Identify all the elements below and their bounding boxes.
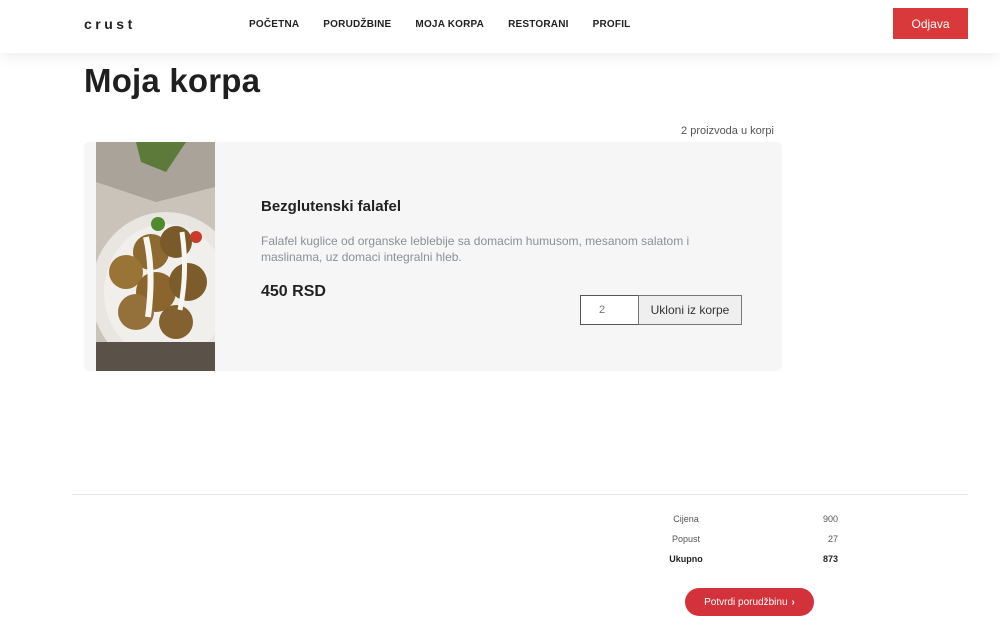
- nav-item-moja-korpa[interactable]: MOJA KORPA: [415, 19, 484, 30]
- nav-item-porudzbine[interactable]: PORUDŽBINE: [323, 19, 391, 30]
- price-label: Cijena: [673, 514, 699, 524]
- page-title: Moja korpa: [84, 62, 261, 99]
- summary-row-price: Cijena 900: [664, 514, 838, 534]
- nav-item-restorani[interactable]: RESTORANI: [508, 19, 569, 30]
- nav-item-profil[interactable]: PROFIL: [593, 19, 631, 30]
- order-summary: Cijena 900 Popust 27 Ukupno 873: [664, 514, 838, 574]
- cart-item-card: Bezglutenski falafel Falafel kuglice od …: [84, 142, 782, 371]
- discount-label: Popust: [671, 534, 701, 544]
- confirm-order-label: Potvrdi porudžbinu: [704, 596, 788, 608]
- navbar: crust POČETNA PORUDŽBINE MOJA KORPA REST…: [0, 0, 1000, 53]
- chevron-right-icon: ›: [791, 596, 795, 608]
- divider: [72, 494, 968, 495]
- logout-button[interactable]: Odjava: [893, 8, 968, 39]
- item-description: Falafel kuglice od organske leblebije sa…: [261, 234, 690, 264]
- main-nav: POČETNA PORUDŽBINE MOJA KORPA RESTORANI …: [249, 19, 654, 30]
- nav-item-pocetna[interactable]: POČETNA: [249, 19, 299, 30]
- quantity-input[interactable]: [580, 295, 639, 325]
- total-value: 873: [822, 554, 838, 564]
- remove-from-cart-button[interactable]: Ukloni iz korpe: [638, 295, 742, 325]
- summary-row-discount: Popust 27: [664, 534, 838, 554]
- total-label: Ukupno: [669, 554, 703, 564]
- brand-logo[interactable]: crust: [84, 16, 136, 32]
- item-price: 450 RSD: [261, 283, 326, 300]
- confirm-order-button[interactable]: Potvrdi porudžbinu ›: [685, 588, 814, 616]
- price-value: 900: [822, 514, 838, 524]
- summary-row-total: Ukupno 873: [664, 554, 838, 574]
- discount-value: 27: [827, 534, 838, 544]
- falafel-illustration: [96, 142, 215, 371]
- cart-item-count: 2 proizvoda u korpi: [681, 125, 774, 137]
- item-name: Bezglutenski falafel: [261, 198, 402, 215]
- falafel-photo: [96, 142, 215, 371]
